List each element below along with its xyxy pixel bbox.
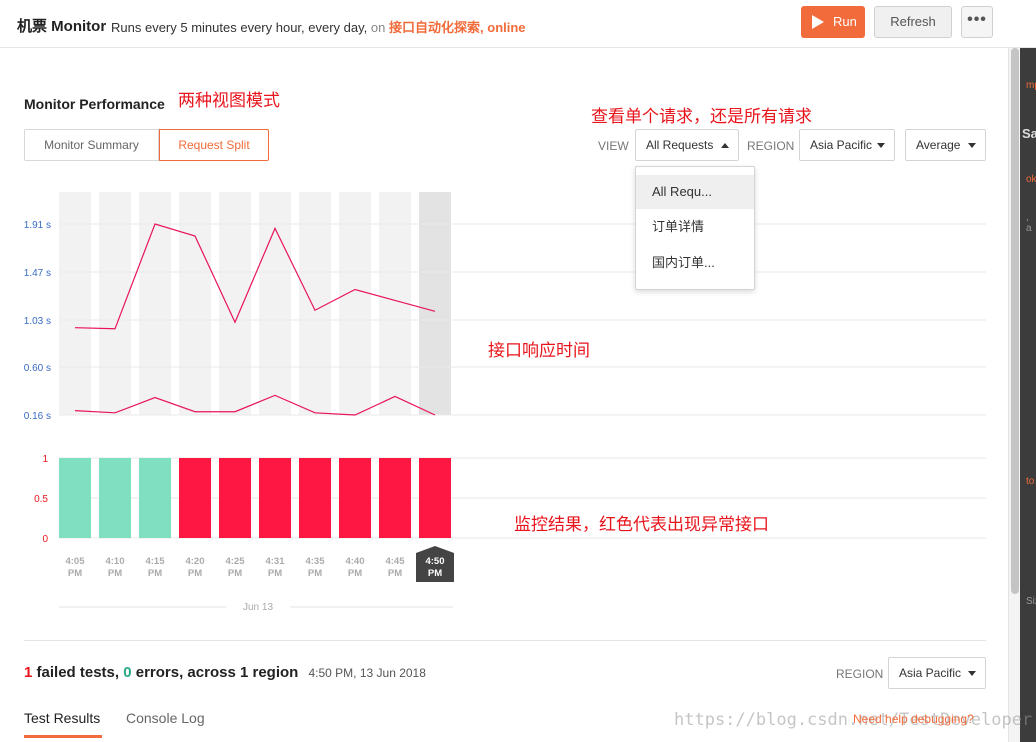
result-bar: [339, 458, 371, 538]
result-bar: [179, 458, 211, 538]
x-tick-label: PM: [188, 568, 202, 579]
help-debugging-link[interactable]: Need help debugging?: [853, 712, 974, 726]
x-tick-label: 4:25: [225, 556, 245, 567]
y-tick-label: 0.16 s: [24, 411, 51, 422]
dropdown-option-all-requests[interactable]: All Requ...: [636, 175, 754, 209]
performance-chart: 1.91 s1.47 s1.03 s0.60 s0.16 s10.504:05P…: [24, 192, 986, 613]
y-tick-label: 0.60 s: [24, 363, 51, 374]
time-column-band: [179, 192, 211, 415]
result-bar: [219, 458, 251, 538]
x-tick-label: 4:45: [385, 556, 405, 567]
x-tick-label: 4:15: [145, 556, 165, 567]
results-region-value: Asia Pacific: [899, 666, 962, 680]
result-bar: [299, 458, 331, 538]
y-tick-label: 1: [42, 454, 48, 465]
x-tick-label: 4:50: [425, 556, 444, 567]
result-bar: [99, 458, 131, 538]
time-column-band: [59, 192, 91, 415]
y-tick-label: 1.91 s: [24, 220, 51, 231]
x-tick-label: 4:05: [65, 556, 85, 567]
date-label: Jun 13: [243, 602, 273, 613]
error-text: errors, across 1 region: [135, 664, 299, 681]
error-count: 0: [123, 664, 132, 681]
y-tick-label: 0.5: [34, 494, 48, 505]
results-summary: 1 failed tests, 0 errors, across 1 regio…: [24, 664, 426, 681]
time-column-band: [219, 192, 251, 415]
edge-fragment: Sa: [1022, 126, 1036, 141]
y-tick-label: 0: [42, 534, 48, 545]
results-region-select[interactable]: Asia Pacific: [888, 657, 986, 689]
x-tick-label: PM: [428, 568, 442, 579]
x-tick-label: PM: [228, 568, 242, 579]
edge-fragment: , a: [1026, 212, 1032, 234]
result-bar: [259, 458, 291, 538]
time-column-band: [419, 192, 451, 415]
annotation-response-time: 接口响应时间: [488, 341, 590, 361]
x-tick-label: PM: [268, 568, 282, 579]
failed-text: failed tests,: [36, 664, 120, 681]
run-timestamp: 4:50 PM, 13 Jun 2018: [308, 666, 426, 680]
edge-fragment: Siz: [1026, 596, 1036, 607]
failed-count: 1: [24, 664, 33, 681]
time-column-band: [99, 192, 131, 415]
result-bar: [379, 458, 411, 538]
tab-test-results[interactable]: Test Results: [24, 710, 100, 726]
time-column-band: [299, 192, 331, 415]
y-tick-label: 1.47 s: [24, 268, 51, 279]
section-divider: [24, 640, 986, 641]
chevron-down-icon: [968, 671, 976, 676]
edge-fragment: to: [1026, 476, 1035, 487]
x-tick-label: PM: [388, 568, 402, 579]
dropdown-option-domestic-order[interactable]: 国内订单...: [636, 246, 754, 280]
x-tick-label: 4:31: [265, 556, 285, 567]
result-bar: [59, 458, 91, 538]
x-tick-label: 4:20: [185, 556, 204, 567]
x-tick-label: 4:40: [345, 556, 364, 567]
x-tick-label: PM: [148, 568, 162, 579]
results-region-label: REGION: [836, 667, 884, 681]
view-dropdown-menu: All Requ... 订单详情 国内订单...: [635, 166, 755, 290]
result-bar: [419, 458, 451, 538]
edge-fragment: mp: [1026, 80, 1036, 91]
result-bar: [139, 458, 171, 538]
dropdown-option-order-detail[interactable]: 订单详情: [636, 210, 754, 244]
x-tick-label: PM: [348, 568, 362, 579]
y-tick-label: 1.03 s: [24, 316, 51, 327]
x-tick-label: PM: [108, 568, 122, 579]
x-tick-label: PM: [308, 568, 322, 579]
edge-fragment: ok: [1026, 174, 1036, 185]
time-column-band: [259, 192, 291, 415]
annotation-monitor-result: 监控结果，红色代表出现异常接口: [514, 515, 769, 535]
active-tab-indicator: [24, 735, 102, 738]
tab-console-log[interactable]: Console Log: [126, 710, 205, 726]
time-column-band: [339, 192, 371, 415]
x-tick-label: PM: [68, 568, 82, 579]
x-tick-label: 4:35: [305, 556, 325, 567]
x-tick-label: 4:10: [105, 556, 124, 567]
scrollbar-thumb[interactable]: [1011, 48, 1019, 594]
